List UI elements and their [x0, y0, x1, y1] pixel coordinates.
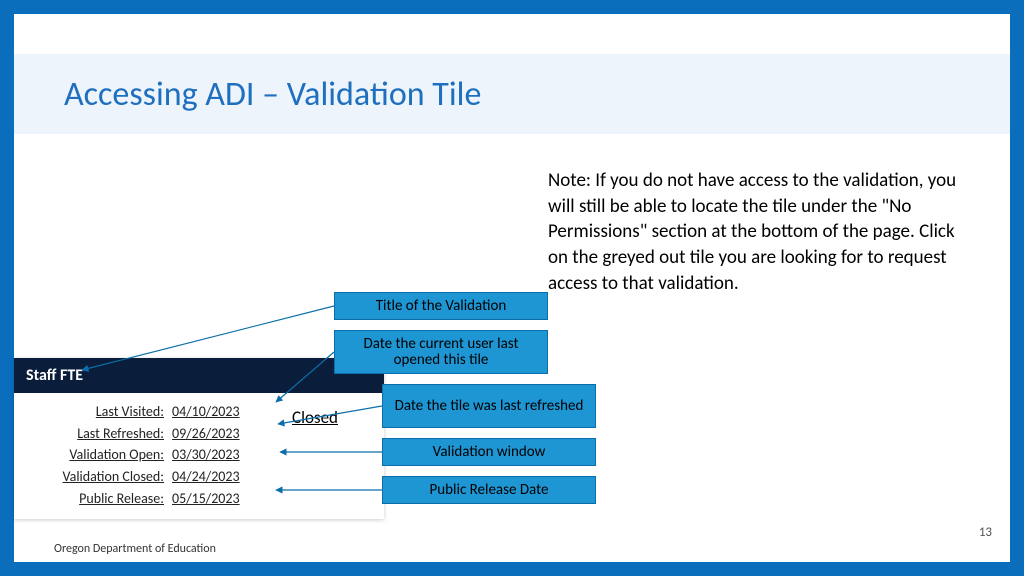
slide-frame: Accessing ADI – Validation Tile Note: If…: [0, 0, 1024, 576]
tile-labels-column: Last Visited: Last Refreshed: Validation…: [14, 401, 164, 509]
callout-title: Title of the Validation: [334, 292, 548, 320]
note-paragraph: Note: If you do not have access to the v…: [548, 168, 978, 296]
callout-last-visited: Date the current user last opened this t…: [334, 330, 548, 374]
label-validation-closed: Validation Closed:: [14, 466, 164, 488]
value-last-refreshed: 09/26/2023: [172, 423, 272, 445]
value-public-release: 05/15/2023: [172, 488, 272, 510]
callout-last-refreshed: Date the tile was last refreshed: [382, 384, 596, 428]
tile-values-column: 04/10/2023 09/26/2023 03/30/2023 04/24/2…: [164, 401, 272, 509]
label-last-refreshed: Last Refreshed:: [14, 423, 164, 445]
callout-public-release: Public Release Date: [382, 476, 596, 504]
label-last-visited: Last Visited:: [14, 401, 164, 423]
label-validation-open: Validation Open:: [14, 444, 164, 466]
footer-text: Oregon Department of Education: [54, 542, 216, 556]
callout-validation-window: Validation window: [382, 438, 596, 466]
validation-tile[interactable]: Staff FTE Last Visited: Last Refreshed: …: [14, 358, 384, 519]
slide-title: Accessing ADI – Validation Tile: [64, 74, 481, 115]
page-number: 13: [979, 525, 992, 540]
title-band: Accessing ADI – Validation Tile: [14, 54, 1010, 134]
value-validation-open: 03/30/2023: [172, 444, 272, 466]
tile-title: Staff FTE: [14, 358, 384, 393]
label-public-release: Public Release:: [14, 488, 164, 510]
slide-body: Accessing ADI – Validation Tile Note: If…: [14, 14, 1010, 562]
tile-status: Closed: [272, 401, 338, 509]
tile-body: Last Visited: Last Refreshed: Validation…: [14, 393, 384, 519]
value-validation-closed: 04/24/2023: [172, 466, 272, 488]
value-last-visited: 04/10/2023: [172, 401, 272, 423]
